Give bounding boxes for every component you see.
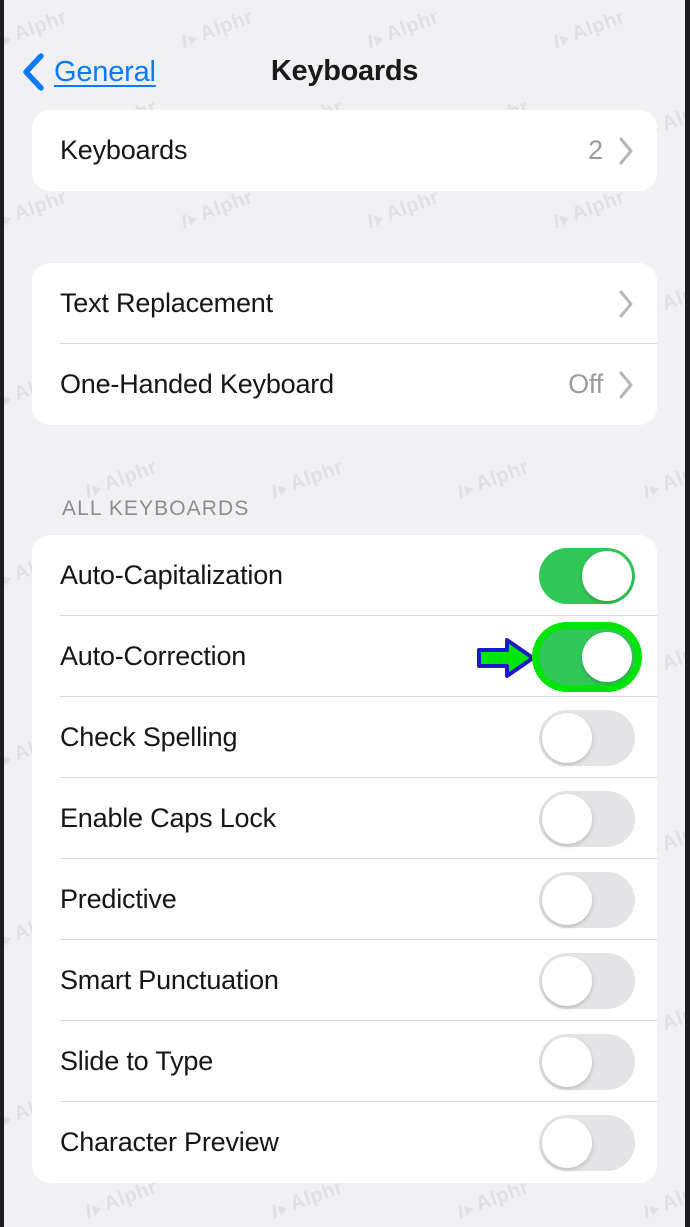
row-label: Text Replacement bbox=[60, 288, 273, 318]
toggle-wrap bbox=[539, 1114, 635, 1171]
iphone-settings-screen: Alphr Alphr Alphr Alphr Alphr Alphr Alphr Alphr… bbox=[4, 0, 685, 1227]
toggle-character-preview[interactable] bbox=[539, 1114, 635, 1171]
row-label: Enable Caps Lock bbox=[60, 803, 276, 833]
navigation-bar: General Keyboards bbox=[4, 0, 685, 110]
row-label: Auto-Correction bbox=[60, 641, 247, 671]
toggle-predictive[interactable] bbox=[539, 871, 635, 928]
row-enable-caps-lock[interactable]: Enable Caps Lock bbox=[32, 778, 657, 859]
chevron-right-icon bbox=[617, 136, 635, 166]
settings-content: Keyboards 2 Text Replacement One-Handed … bbox=[4, 110, 685, 1183]
row-keyboards[interactable]: Keyboards 2 bbox=[32, 110, 657, 191]
all-keyboards-card: Auto-Capitalization Auto-Correction Chec… bbox=[32, 535, 657, 1183]
alphr-logo-icon bbox=[84, 1201, 103, 1219]
row-label: Smart Punctuation bbox=[60, 965, 279, 995]
toggle-auto-capitalization[interactable] bbox=[539, 547, 635, 604]
toggle-wrap bbox=[539, 1033, 635, 1090]
toggle-knob bbox=[542, 955, 592, 1006]
row-label: Check Spelling bbox=[60, 722, 238, 752]
toggle-check-spelling[interactable] bbox=[539, 709, 635, 766]
toggle-slide-to-type[interactable] bbox=[539, 1033, 635, 1090]
row-label: Slide to Type bbox=[60, 1046, 214, 1076]
toggle-knob bbox=[582, 550, 632, 601]
section-header-all-keyboards: ALL KEYBOARDS bbox=[62, 497, 250, 520]
row-one-handed-keyboard[interactable]: One-Handed Keyboard Off bbox=[32, 344, 657, 425]
toggle-wrap bbox=[539, 547, 635, 604]
text-options-card: Text Replacement One-Handed Keyboard Off bbox=[32, 263, 657, 425]
alphr-logo-icon bbox=[270, 1201, 289, 1219]
toggle-knob bbox=[542, 874, 592, 925]
toggle-enable-caps-lock[interactable] bbox=[539, 790, 635, 847]
row-value: 2 bbox=[588, 135, 603, 165]
toggle-knob bbox=[582, 631, 632, 682]
toggle-wrap bbox=[539, 952, 635, 1009]
toggle-wrap bbox=[539, 790, 635, 847]
row-auto-capitalization[interactable]: Auto-Capitalization bbox=[32, 535, 657, 616]
row-slide-to-type[interactable]: Slide to Type bbox=[32, 1021, 657, 1102]
row-label: One-Handed Keyboard bbox=[60, 369, 334, 399]
toggle-wrap bbox=[539, 709, 635, 766]
alphr-logo-icon bbox=[456, 1201, 475, 1219]
toggle-wrap bbox=[477, 628, 635, 685]
row-label: Keyboards bbox=[60, 135, 188, 165]
page-title: Keyboards bbox=[270, 55, 419, 87]
row-auto-correction[interactable]: Auto-Correction bbox=[32, 616, 657, 697]
chevron-right-icon bbox=[617, 289, 635, 319]
row-label: Auto-Capitalization bbox=[60, 560, 283, 590]
row-smart-punctuation[interactable]: Smart Punctuation bbox=[32, 940, 657, 1021]
toggle-knob bbox=[542, 712, 592, 763]
row-check-spelling[interactable]: Check Spelling bbox=[32, 697, 657, 778]
row-label: Character Preview bbox=[60, 1127, 279, 1157]
toggle-smart-punctuation[interactable] bbox=[539, 952, 635, 1009]
toggle-knob bbox=[542, 1036, 592, 1087]
keyboards-card: Keyboards 2 bbox=[32, 110, 657, 191]
alphr-logo-icon bbox=[642, 1201, 661, 1219]
row-label: Predictive bbox=[60, 884, 177, 914]
toggle-wrap bbox=[539, 871, 635, 928]
row-predictive[interactable]: Predictive bbox=[32, 859, 657, 940]
row-character-preview[interactable]: Character Preview bbox=[32, 1102, 657, 1183]
toggle-auto-correction[interactable] bbox=[539, 628, 635, 685]
row-text-replacement[interactable]: Text Replacement bbox=[32, 263, 657, 344]
chevron-right-icon bbox=[617, 370, 635, 400]
row-value: Off bbox=[568, 369, 603, 399]
toggle-knob bbox=[542, 793, 592, 844]
toggle-knob bbox=[542, 1117, 592, 1168]
